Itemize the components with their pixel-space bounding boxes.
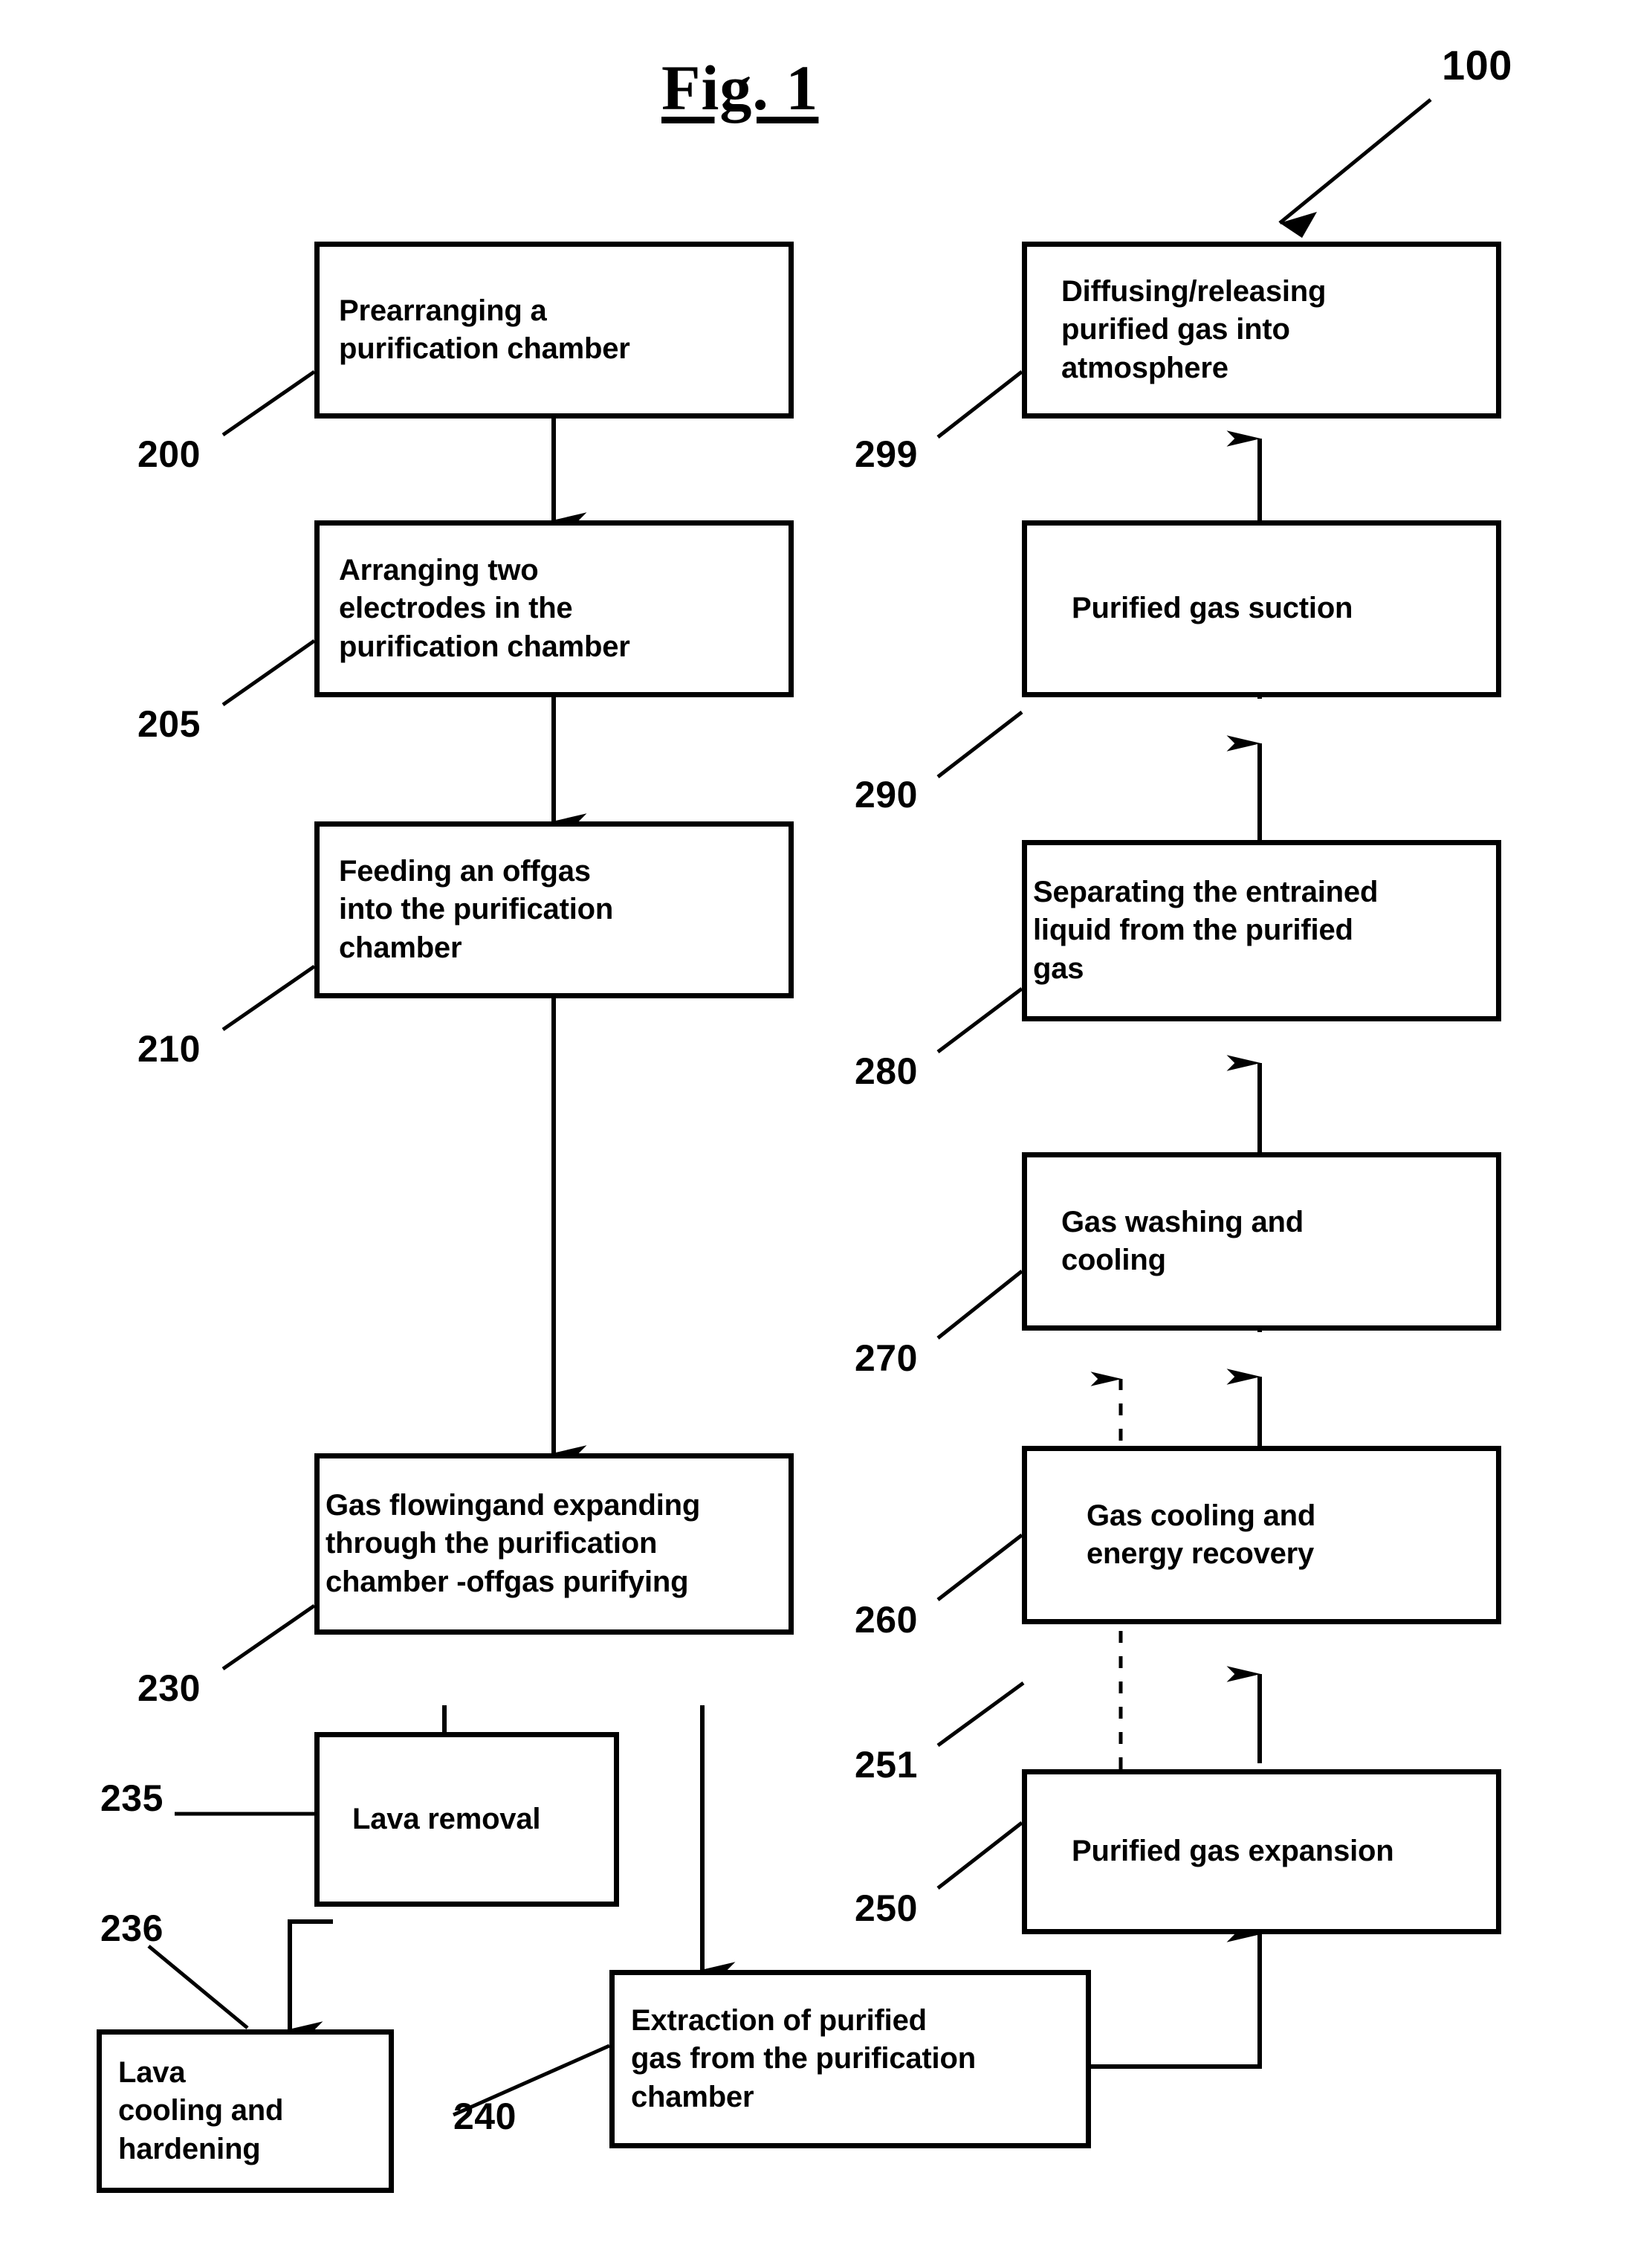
- process-box-label: Purified gas expansion: [1072, 1835, 1394, 1868]
- reference-numeral-235: 235: [100, 1777, 164, 1819]
- process-box-label: Lava cooling and hardening: [118, 2056, 284, 2165]
- process-box-label: Lava removal: [352, 1802, 541, 1835]
- process-box-label: Prearranging a purification chamber: [339, 294, 630, 365]
- process-box-gas-washing-cooling[interactable]: Gas washing and cooling: [1022, 1152, 1501, 1331]
- process-box-label: Separating the entrained liquid from the…: [1033, 876, 1379, 985]
- process-box-label: Purified gas suction: [1072, 592, 1353, 625]
- process-box-purified-gas-suction[interactable]: Purified gas suction: [1022, 520, 1501, 697]
- process-box-label: Gas cooling and energy recovery: [1087, 1499, 1316, 1570]
- process-box-lava-removal[interactable]: Lava removal: [314, 1732, 619, 1907]
- figure-title: Fig. 1: [661, 52, 819, 123]
- process-box-extraction-purified-gas[interactable]: Extraction of purified gas from the puri…: [609, 1970, 1091, 2148]
- process-box-lava-cooling-hardening[interactable]: Lava cooling and hardening: [97, 2029, 394, 2193]
- reference-numeral-230: 230: [137, 1667, 201, 1709]
- process-box-label: Arranging two electrodes in the purifica…: [339, 554, 630, 663]
- reference-numeral-280: 280: [855, 1050, 918, 1092]
- reference-numeral-299: 299: [855, 433, 918, 475]
- reference-numeral-100: 100: [1442, 42, 1512, 88]
- process-box-label: Extraction of purified gas from the puri…: [631, 2004, 976, 2113]
- reference-numeral-260: 260: [855, 1599, 918, 1641]
- process-box-label: Gas washing and cooling: [1061, 1205, 1304, 1276]
- process-box-purified-gas-expansion[interactable]: Purified gas expansion: [1022, 1769, 1501, 1934]
- reference-numeral-210: 210: [137, 1028, 201, 1070]
- reference-numeral-251: 251: [855, 1744, 918, 1786]
- patent-figure: Fig. 1 100 Prearranging a purification c…: [0, 0, 1635, 2268]
- process-box-label: Gas flowingand expanding through the pur…: [326, 1489, 701, 1598]
- process-box-gas-flowing-expanding[interactable]: Gas flowingand expanding through the pur…: [314, 1453, 794, 1635]
- process-box-arranging-electrodes[interactable]: Arranging two electrodes in the purifica…: [314, 520, 794, 697]
- process-box-gas-cooling-energy-recovery[interactable]: Gas cooling and energy recovery: [1022, 1446, 1501, 1624]
- process-box-label: Diffusing/releasing purified gas into at…: [1061, 275, 1327, 384]
- reference-numeral-270: 270: [855, 1337, 918, 1379]
- reference-numeral-200: 200: [137, 433, 201, 475]
- reference-numeral-240: 240: [453, 2096, 517, 2137]
- reference-numeral-250: 250: [855, 1887, 918, 1929]
- process-box-separating-entrained-liquid[interactable]: Separating the entrained liquid from the…: [1022, 840, 1501, 1021]
- process-box-diffusing-releasing[interactable]: Diffusing/releasing purified gas into at…: [1022, 242, 1501, 419]
- reference-numeral-205: 205: [137, 703, 201, 745]
- process-box-label: Feeding an offgas into the purification …: [339, 855, 614, 964]
- process-box-feeding-offgas[interactable]: Feeding an offgas into the purification …: [314, 821, 794, 998]
- reference-numeral-290: 290: [855, 774, 918, 815]
- reference-numeral-236: 236: [100, 1907, 164, 1949]
- process-box-prearranging-chamber[interactable]: Prearranging a purification chamber: [314, 242, 794, 419]
